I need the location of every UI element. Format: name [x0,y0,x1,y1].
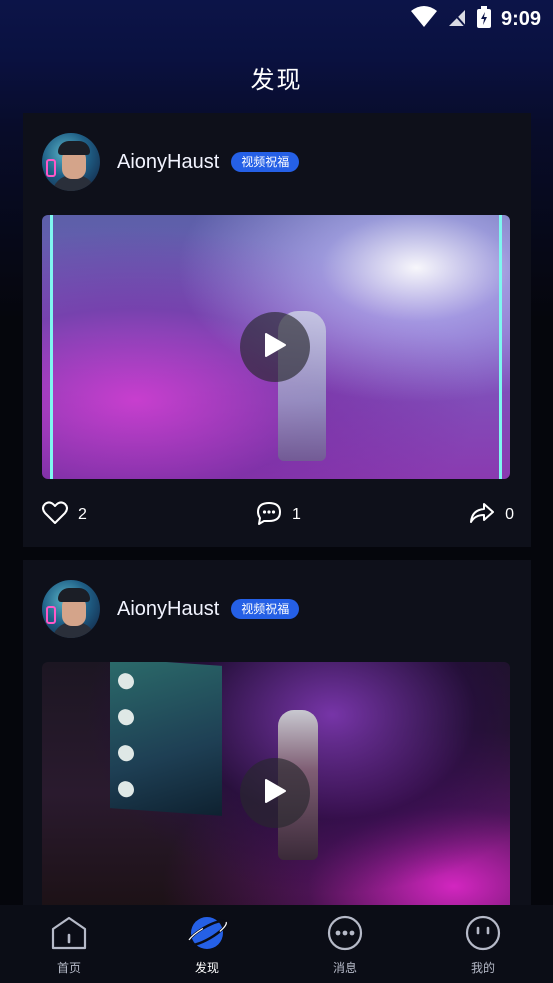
post-card[interactable]: AionyHaust 视频祝福 [23,560,531,920]
share-count: 0 [505,506,514,523]
share-button[interactable]: 0 [469,500,514,530]
battery-icon [476,6,491,32]
heart-icon [42,500,68,530]
video-thumbnail[interactable] [42,215,510,479]
post-actions: 2 1 0 [42,500,514,530]
like-button[interactable]: 2 [42,500,87,530]
play-icon [263,332,287,362]
page-title: 发现 [250,65,303,94]
username[interactable]: AionyHaust [117,151,219,174]
face-icon [463,915,503,955]
like-count: 2 [78,506,87,523]
tab-label: 发现 [194,961,219,975]
post-header: AionyHaust 视频祝福 [42,133,300,191]
status-bar: 9:09 [0,0,553,38]
video-thumbnail[interactable] [42,662,510,920]
tab-messages[interactable]: 消息 [305,915,385,979]
avatar[interactable] [42,580,100,638]
home-icon [49,915,89,955]
tab-label: 消息 [332,961,357,975]
chat-icon [325,915,365,955]
comment-count: 1 [292,506,301,523]
planet-icon [186,915,228,955]
category-tag: 视频祝福 [231,152,300,172]
tab-label: 首页 [56,961,81,975]
play-button[interactable] [240,758,310,828]
tab-home[interactable]: 首页 [29,915,109,979]
stage-screen [110,662,222,816]
post-card[interactable]: AionyHaust 视频祝福 2 1 0 [23,113,531,547]
no-signal-icon [447,6,467,32]
status-time: 9:09 [500,7,541,30]
tab-discover[interactable]: 发现 [167,915,247,979]
comment-button[interactable]: 1 [256,500,301,530]
page-header: 发现 [0,54,553,100]
avatar[interactable] [42,133,100,191]
tab-label: 我的 [470,961,495,975]
wifi-icon [410,6,437,32]
play-button[interactable] [240,312,310,382]
post-header: AionyHaust 视频祝福 [42,580,300,638]
play-icon [263,778,287,808]
username[interactable]: AionyHaust [117,598,219,621]
category-tag: 视频祝福 [231,599,300,619]
comment-icon [256,501,282,530]
tab-mine[interactable]: 我的 [443,915,523,979]
bottom-tab-bar: 首页 发现 消息 我的 [0,905,553,983]
share-icon [469,501,495,530]
